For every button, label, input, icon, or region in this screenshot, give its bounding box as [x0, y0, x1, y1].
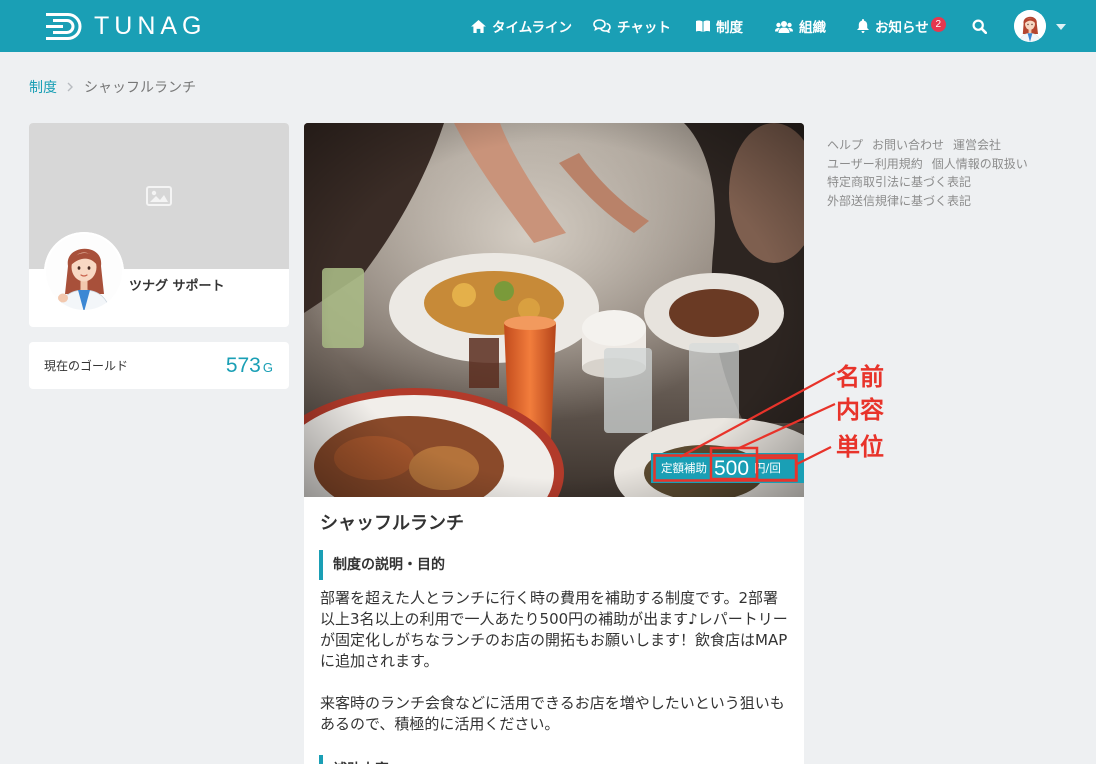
nav-timeline[interactable]: タイムライン: [471, 0, 572, 52]
gold-value: 573 G: [226, 354, 273, 378]
section-heading: 制度の説明・目的: [319, 550, 788, 580]
tunag-logo-mark-icon: [46, 12, 82, 40]
top-navbar: TUNAG タイムライン チャット 制度 組織 お知らせ 2: [0, 0, 1096, 52]
nav-timeline-label: タイムライン: [492, 20, 573, 36]
footer-row: ユーザー利用規約 個人情報の取扱い: [827, 155, 1037, 174]
description-paragraph: 部署を超えた人とランチに行く時の費用を補助する制度です。2部署以上3名以上の利用…: [320, 589, 788, 670]
nav-notifications-label: お知らせ: [875, 20, 929, 36]
nav-organization[interactable]: 組織: [775, 0, 826, 52]
nav-chat[interactable]: チャット: [593, 0, 671, 52]
system-detail-card: シャッフルランチ 制度の説明・目的 部署を超えた人とランチに行く時の費用を補助す…: [304, 497, 804, 764]
tunag-logo[interactable]: TUNAG: [44, 0, 207, 52]
contact-link[interactable]: お問い合わせ: [872, 136, 944, 155]
user-avatar[interactable]: [1014, 10, 1046, 42]
section-heading: 補助内容: [319, 755, 788, 764]
terms-link[interactable]: ユーザー利用規約: [827, 155, 923, 174]
nav-notifications[interactable]: お知らせ 2: [857, 0, 946, 52]
description-paragraph: 来客時のランチ会食などに活用できるお店を増やしたいという狙いもあるので、積極的に…: [320, 694, 785, 733]
footer-row: 外部送信規律に基づく表記: [827, 192, 1037, 211]
chat-icon: [593, 19, 611, 33]
image-placeholder-icon: [146, 186, 172, 206]
lunch-photo-image: [304, 123, 804, 497]
gold-amount: 573: [225, 353, 261, 377]
help-link[interactable]: ヘルプ: [827, 136, 863, 155]
bell-icon: [857, 19, 869, 33]
footer-row: ヘルプ お問い合わせ 運営会社: [827, 136, 1037, 155]
nav-systems-label: 制度: [716, 20, 743, 36]
profile-name[interactable]: ツナグ サポート: [129, 278, 225, 296]
footer-row: 特定商取引法に基づく表記: [827, 173, 1037, 192]
system-title: シャッフルランチ: [320, 513, 464, 534]
book-icon: [696, 20, 710, 32]
benefit-unit: 円/回: [754, 461, 781, 475]
annotation-label-name: 名前: [836, 363, 884, 391]
logo-text: TUNAG: [94, 11, 207, 40]
benefit-name: 定額補助: [661, 461, 707, 475]
nav-chat-label: チャット: [617, 20, 671, 36]
external-transmission-link[interactable]: 外部送信規律に基づく表記: [827, 192, 971, 211]
company-link[interactable]: 運営会社: [953, 136, 1001, 155]
search-icon[interactable]: [971, 18, 987, 34]
benefit-amount: 500: [714, 456, 750, 480]
breadcrumb-current: シャッフルランチ: [84, 80, 196, 96]
annotation-label-content: 内容: [836, 396, 884, 424]
lunch-photo: 定額補助 500 円/回: [304, 123, 804, 497]
privacy-link[interactable]: 個人情報の取扱い: [932, 155, 1028, 174]
nav-systems[interactable]: 制度: [696, 0, 743, 52]
notification-count-badge: 2: [930, 17, 946, 32]
breadcrumb: 制度 シャッフルランチ: [29, 77, 196, 97]
commercial-law-link[interactable]: 特定商取引法に基づく表記: [827, 173, 971, 192]
chevron-right-icon: [67, 82, 73, 92]
benefit-badge: 定額補助 500 円/回: [651, 453, 804, 483]
caret-down-icon[interactable]: [1055, 23, 1066, 30]
footer-links: ヘルプ お問い合わせ 運営会社 ユーザー利用規約 個人情報の取扱い 特定商取引法…: [827, 136, 1037, 210]
gold-balance-card: 現在のゴールド 573 G: [29, 342, 289, 389]
gold-label: 現在のゴールド: [44, 359, 129, 373]
profile-avatar[interactable]: [44, 232, 124, 312]
annotation-label-unit: 単位: [836, 433, 884, 461]
profile-card: ツナグ サポート: [29, 123, 289, 327]
gold-unit: G: [262, 359, 273, 375]
home-icon: [471, 19, 486, 33]
breadcrumb-systems-link[interactable]: 制度: [29, 77, 57, 97]
users-icon: [775, 20, 793, 33]
nav-organization-label: 組織: [799, 20, 826, 36]
